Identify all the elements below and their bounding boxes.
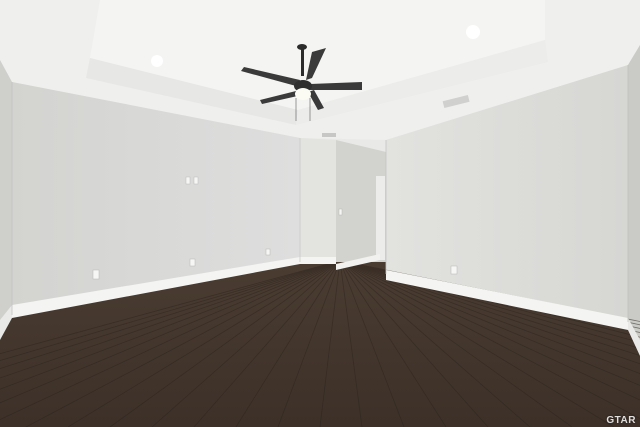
fan-light [295, 88, 311, 100]
recessed-light [151, 55, 163, 67]
baseboard-hall [300, 257, 336, 264]
room-photo: GTAR [0, 0, 640, 427]
wall-outlet [450, 265, 458, 275]
light-switch [193, 176, 199, 185]
wall-outlet [189, 258, 196, 267]
doorway [376, 176, 385, 260]
recessed-light [466, 25, 480, 39]
wall-outlet [265, 248, 271, 256]
light-switch [338, 208, 343, 216]
light-switch [185, 176, 191, 185]
wall-outlet [92, 269, 100, 280]
hall-wall [300, 138, 336, 262]
ceiling-vent [322, 133, 336, 137]
room-illustration [0, 0, 640, 427]
watermark-logo: GTAR [606, 415, 636, 426]
right-side-wall [628, 45, 640, 360]
left-side-wall [0, 60, 12, 330]
